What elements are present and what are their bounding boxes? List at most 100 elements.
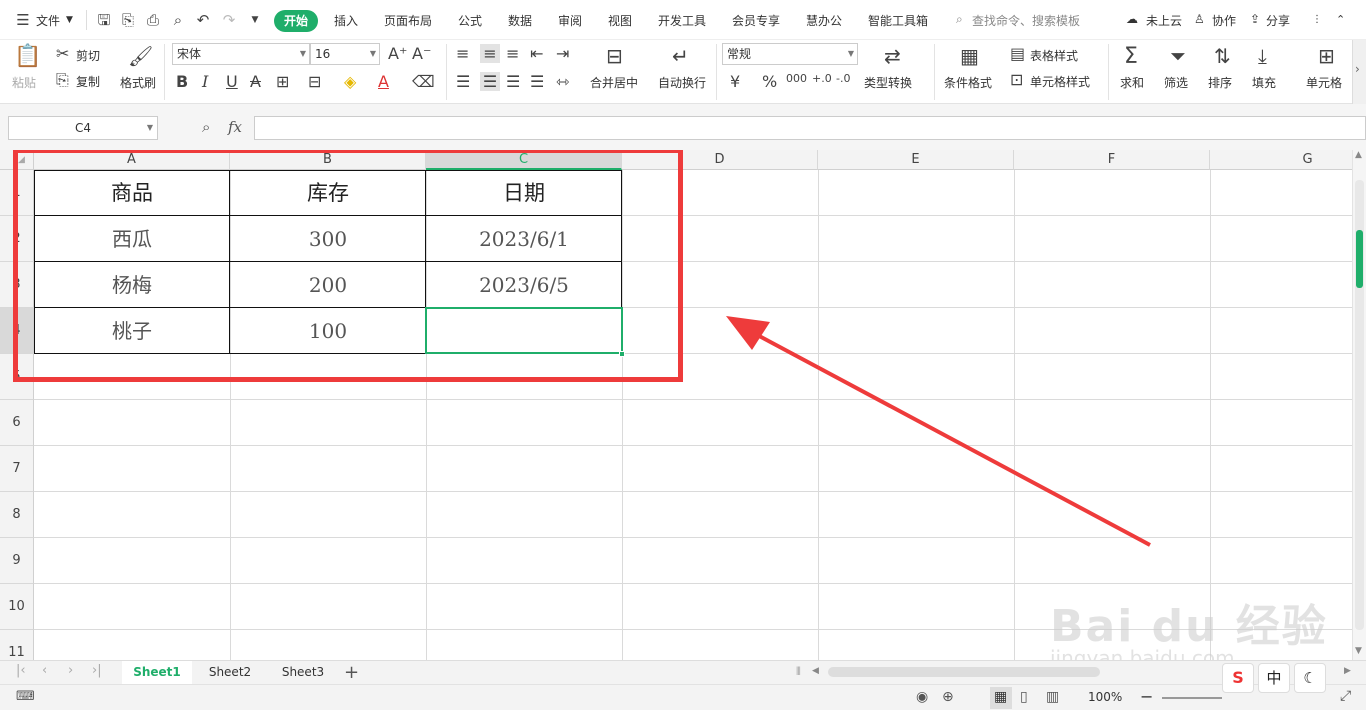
formula-input[interactable] xyxy=(254,116,1366,140)
cloud-icon[interactable]: ☁ xyxy=(1126,12,1138,26)
merge-center-icon[interactable]: ⊟ xyxy=(606,44,623,68)
currency-icon[interactable]: ¥ xyxy=(730,72,740,91)
macro-record-icon[interactable]: ⌨ xyxy=(16,689,35,704)
cell-style-button[interactable]: 单元格样式 xyxy=(1030,73,1090,90)
scroll-down-icon[interactable]: ▼ xyxy=(1355,646,1362,656)
first-sheet-icon[interactable]: |‹ xyxy=(16,663,26,678)
strikethrough-icon[interactable]: A xyxy=(250,72,261,91)
cell-style-icon[interactable]: ⊡ xyxy=(1010,70,1023,89)
user-icon[interactable]: ♙ xyxy=(1194,12,1205,26)
zoom-out-icon[interactable]: − xyxy=(1140,687,1153,706)
tab-review[interactable]: 审阅 xyxy=(558,12,582,29)
copy-button[interactable]: 复制 xyxy=(76,73,100,90)
decrease-decimal-icon[interactable]: -.0 xyxy=(836,72,850,85)
export-pdf-icon[interactable]: ⎘ xyxy=(119,11,137,29)
cell-button[interactable]: 单元格 xyxy=(1306,74,1342,91)
paste-icon[interactable]: 📋 xyxy=(14,44,41,69)
tab-data[interactable]: 数据 xyxy=(508,12,532,29)
normal-view-button[interactable]: ▦ xyxy=(990,687,1012,709)
locale-icon[interactable]: ⊕ xyxy=(942,689,954,705)
distributed-icon[interactable]: ⇿ xyxy=(556,72,569,91)
command-search-input[interactable]: 查找命令、搜索模板 xyxy=(972,12,1080,29)
page-layout-view-icon[interactable]: ▯ xyxy=(1020,689,1028,705)
sum-icon[interactable]: Σ xyxy=(1124,44,1138,69)
print-preview-icon[interactable]: ⌕ xyxy=(169,11,187,29)
ime-mode-button[interactable]: 中 xyxy=(1258,663,1290,693)
tab-smart-toolbox[interactable]: 智能工具箱 xyxy=(868,12,928,29)
font-size-select[interactable]: 16 ▼ xyxy=(310,43,380,65)
scissors-icon[interactable]: ✂ xyxy=(56,44,69,63)
ribbon-scroll-right[interactable]: › xyxy=(1352,40,1366,104)
last-sheet-icon[interactable]: ›| xyxy=(92,663,102,678)
wrap-text-button[interactable]: 自动换行 xyxy=(658,74,706,91)
increase-indent-icon[interactable]: ⇥ xyxy=(556,44,569,63)
add-sheet-icon[interactable]: + xyxy=(344,662,359,683)
increase-decimal-icon[interactable]: +.0 xyxy=(812,72,832,85)
prev-sheet-icon[interactable]: ‹ xyxy=(42,663,47,678)
share-button[interactable]: 分享 xyxy=(1266,12,1290,29)
decrease-font-icon[interactable]: A⁻ xyxy=(412,44,431,63)
more-icon[interactable]: ⋮ xyxy=(1312,14,1322,25)
search-icon[interactable]: ⌕ xyxy=(956,12,963,27)
save-icon[interactable]: 🖫 xyxy=(95,11,113,29)
align-middle-icon[interactable]: ≡ xyxy=(480,44,500,63)
sogou-logo-icon[interactable]: S xyxy=(1222,663,1254,693)
table-style-icon[interactable]: ▤ xyxy=(1010,44,1025,63)
align-center-icon[interactable]: ☰ xyxy=(480,72,500,91)
filter-button[interactable]: 筛选 xyxy=(1164,74,1188,91)
vertical-scrollbar[interactable]: ▲ ▼ xyxy=(1352,150,1366,660)
clear-format-icon[interactable]: ⌫ xyxy=(412,72,435,91)
thousands-icon[interactable]: 000 xyxy=(786,72,807,85)
customize-toolbar-icon[interactable]: ▼ xyxy=(246,11,264,29)
tab-view[interactable]: 视图 xyxy=(608,12,632,29)
page-break-view-icon[interactable]: ▥ xyxy=(1046,689,1059,705)
number-format-select[interactable]: 常规 ▼ xyxy=(722,43,858,65)
sort-icon[interactable]: ⇅ xyxy=(1214,44,1231,68)
bold-icon[interactable]: B xyxy=(176,72,188,91)
cell-fill-icon[interactable]: ⊟ xyxy=(308,72,321,91)
conditional-format-icon[interactable]: ▦ xyxy=(960,44,979,68)
sheet-tab-2[interactable]: Sheet2 xyxy=(196,661,264,684)
sheet-tab-3[interactable]: Sheet3 xyxy=(268,661,338,684)
cut-button[interactable]: 剪切 xyxy=(76,47,100,64)
collaborate-button[interactable]: 协作 xyxy=(1212,12,1236,29)
fx-icon[interactable]: fx xyxy=(228,118,242,136)
tab-formulas[interactable]: 公式 xyxy=(458,12,482,29)
name-box[interactable]: C4 ▼ xyxy=(8,116,158,140)
cloud-status-button[interactable]: 未上云 xyxy=(1146,12,1182,29)
copy-icon[interactable]: ⎘ xyxy=(56,70,69,90)
italic-icon[interactable]: I xyxy=(202,72,208,91)
zoom-level[interactable]: 100% xyxy=(1088,690,1122,704)
zoom-search-icon[interactable]: ⌕ xyxy=(202,118,210,136)
wrap-text-icon[interactable]: ↵ xyxy=(672,44,689,68)
increase-font-icon[interactable]: A⁺ xyxy=(388,44,407,63)
collapse-ribbon-icon[interactable]: ⌃ xyxy=(1336,13,1345,26)
percent-icon[interactable]: % xyxy=(762,72,777,91)
split-handle-icon[interactable]: ⦀ xyxy=(796,665,801,679)
redo-icon[interactable]: ↷ xyxy=(220,11,238,29)
fullscreen-icon[interactable]: ⤢ xyxy=(1340,688,1351,704)
align-bottom-icon[interactable]: ≡ xyxy=(506,44,519,63)
align-top-icon[interactable]: ≡ xyxy=(456,44,469,63)
type-convert-icon[interactable]: ⇄ xyxy=(884,44,901,68)
font-name-select[interactable]: 宋体 ▼ xyxy=(172,43,310,65)
zoom-slider[interactable] xyxy=(1162,697,1222,699)
type-convert-button[interactable]: 类型转换 xyxy=(864,74,912,91)
paste-button[interactable]: 粘贴 xyxy=(12,74,36,91)
sort-button[interactable]: 排序 xyxy=(1208,74,1232,91)
underline-icon[interactable]: U xyxy=(226,72,238,91)
chevron-down-icon[interactable]: ▼ xyxy=(66,15,73,25)
fill-button[interactable]: 填充 xyxy=(1252,74,1276,91)
tab-insert[interactable]: 插入 xyxy=(334,12,358,29)
filter-icon[interactable]: ⏷ xyxy=(1170,44,1186,68)
scroll-up-icon[interactable]: ▲ xyxy=(1355,150,1362,160)
tab-member[interactable]: 会员专享 xyxy=(732,12,780,29)
format-painter-button[interactable]: 格式刷 xyxy=(120,74,156,91)
hamburger-icon[interactable]: ☰ xyxy=(14,11,32,29)
sheet-tab-1[interactable]: Sheet1 xyxy=(122,661,192,684)
scroll-right-icon[interactable]: ▶ xyxy=(1344,666,1351,676)
moon-icon[interactable]: ☾ xyxy=(1294,663,1326,693)
sum-button[interactable]: 求和 xyxy=(1120,74,1144,91)
table-style-button[interactable]: 表格样式 xyxy=(1030,47,1078,64)
decrease-indent-icon[interactable]: ⇤ xyxy=(530,44,543,63)
